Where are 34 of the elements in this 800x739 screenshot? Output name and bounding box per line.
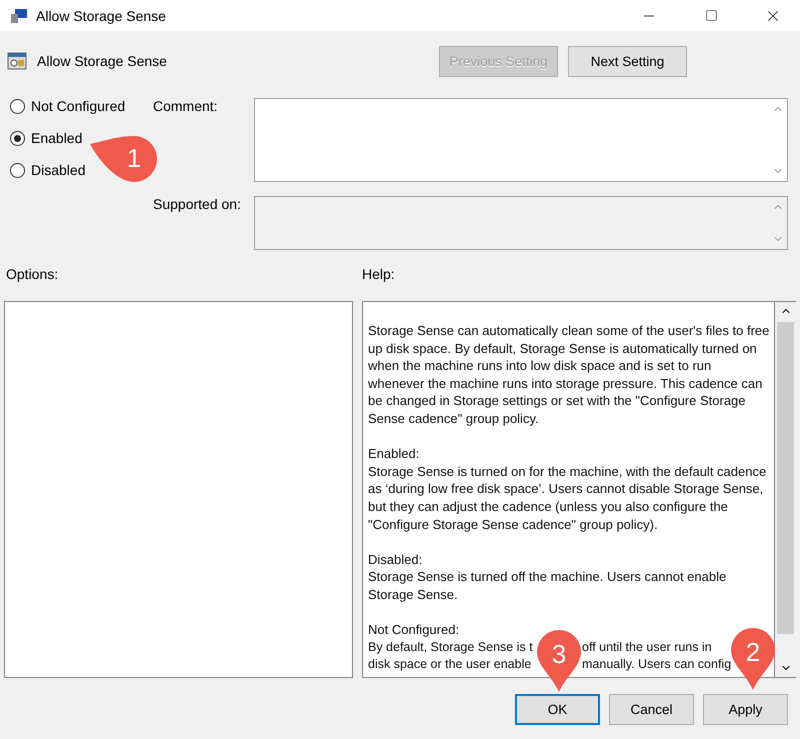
policy-title: Allow Storage Sense [37, 53, 168, 69]
callout-marker: 2 [731, 628, 775, 690]
radio-label: Enabled [31, 130, 82, 146]
help-paragraph: Disabled: Storage Sense is turned off the machine. Users cannot enable Storage Sense. [368, 550, 728, 604]
apply-button[interactable]: Apply [703, 694, 788, 725]
help-text-fragment: disk space or the user enable [368, 657, 532, 672]
supported-on-label: Supported on: [153, 196, 242, 214]
computer-icon [10, 8, 28, 24]
radio-option[interactable]: Disabled [10, 162, 86, 178]
radio-button[interactable] [10, 98, 25, 114]
help-text-fragment: manually. Users can config [582, 657, 732, 672]
comment-label: Comment: [153, 98, 219, 116]
cancel-button[interactable]: Cancel [609, 694, 694, 725]
radio-option[interactable]: Enabled [10, 130, 82, 146]
radio-option[interactable]: Not Configured [10, 98, 126, 114]
help-paragraph: Storage Sense can automatically clean some of the user's files to free up disk space. By default, Storage Sense is automatically turned on when the machine runs into low disk space and is set to run whenever the machine runs into storage pressure. This cadence can be changed in Storage settings or set with the "Configure Storage Sense cadence" group policy. [368, 322, 770, 428]
help-heading: Not Configured: [368, 621, 460, 639]
maximize-icon[interactable] [704, 9, 718, 22]
scroll-thumb[interactable] [777, 322, 794, 634]
help-paragraph: Enabled: Storage Sense is turned on for the machine, with the default cadence as ‘during low free disk space’. Users cannot disable Storage Sense, but they can adjust the cadence (unless you also configure the "Configure Storage Sense cadence" group policy). [368, 445, 768, 534]
radio-label: Not Configured [31, 98, 126, 114]
radio-button[interactable] [10, 162, 25, 178]
callout-marker: 1 [90, 136, 158, 182]
options-label: Options: [6, 266, 60, 284]
help-label: Help: [362, 266, 395, 284]
help-text-fragment: off until the user runs in [582, 640, 712, 654]
radio-label: Disabled [31, 162, 86, 178]
help-text-fragment: By default, Storage Sense is t [368, 640, 533, 654]
next-setting-button[interactable]: Next Setting [568, 46, 687, 76]
window-title: Allow Storage Sense [36, 8, 167, 24]
callout-marker: 3 [537, 630, 581, 692]
radio-button[interactable] [10, 130, 25, 146]
ok-button[interactable]: OK [515, 694, 600, 725]
policy-icon [7, 51, 27, 71]
